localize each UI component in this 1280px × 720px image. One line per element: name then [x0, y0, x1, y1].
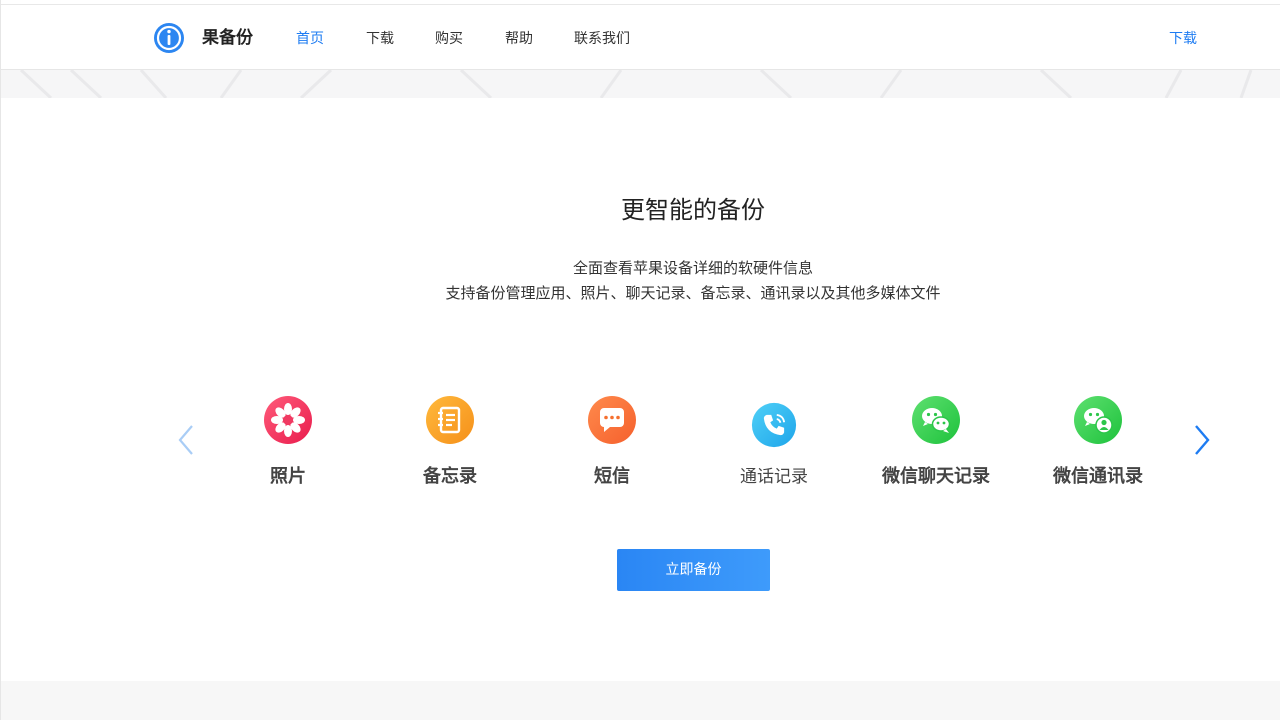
feature-call-log[interactable]: 通话记录	[694, 395, 854, 489]
feature-wechat-chat[interactable]: 微信聊天记录	[856, 395, 1016, 489]
nav-download[interactable]: 下载	[366, 30, 394, 48]
feature-sms[interactable]: 短信	[532, 395, 692, 489]
brand-name[interactable]: 果备份	[202, 27, 253, 49]
wechat-chat-icon	[911, 395, 961, 445]
logo-icon[interactable]	[153, 22, 185, 54]
feature-notes[interactable]: 备忘录	[370, 395, 530, 489]
carousel-next-arrow-icon[interactable]	[1188, 423, 1214, 457]
feature-label: 通话记录	[694, 465, 854, 489]
decorative-banner	[1, 70, 1280, 98]
section-description-line-1: 全面查看苹果设备详细的软硬件信息	[1, 257, 1280, 279]
feature-label: 备忘录	[370, 465, 530, 489]
nav-contact[interactable]: 联系我们	[574, 30, 630, 48]
top-navbar: 果备份 首页 下载 购买 帮助 联系我们 下载	[1, 4, 1280, 70]
nav-buy[interactable]: 购买	[435, 30, 463, 48]
page: 果备份 首页 下载 购买 帮助 联系我们 下载 更智能的备份 全面查看苹果设备详…	[0, 0, 1280, 720]
backup-now-button[interactable]: 立即备份	[617, 549, 770, 591]
notes-icon	[425, 395, 475, 445]
feature-label: 微信通讯录	[1018, 465, 1178, 489]
message-bubble-icon	[587, 395, 637, 445]
phone-call-icon	[751, 402, 797, 448]
section-title: 更智能的备份	[1, 193, 1280, 227]
wechat-contact-icon	[1073, 395, 1123, 445]
nav-help[interactable]: 帮助	[505, 30, 533, 48]
feature-label: 短信	[532, 465, 692, 489]
feature-photos[interactable]: 照片	[208, 395, 368, 489]
header-download-link[interactable]: 下载	[1169, 30, 1197, 48]
section-description-line-2: 支持备份管理应用、照片、聊天记录、备忘录、通讯录以及其他多媒体文件	[1, 282, 1280, 304]
footer-band	[1, 681, 1280, 720]
feature-label: 照片	[208, 465, 368, 489]
feature-label: 微信聊天记录	[856, 465, 1016, 489]
carousel-prev-arrow-icon[interactable]	[174, 423, 200, 457]
photo-flower-icon	[263, 395, 313, 445]
nav-home[interactable]: 首页	[296, 30, 324, 48]
feature-wechat-contacts[interactable]: 微信通讯录	[1018, 395, 1178, 489]
